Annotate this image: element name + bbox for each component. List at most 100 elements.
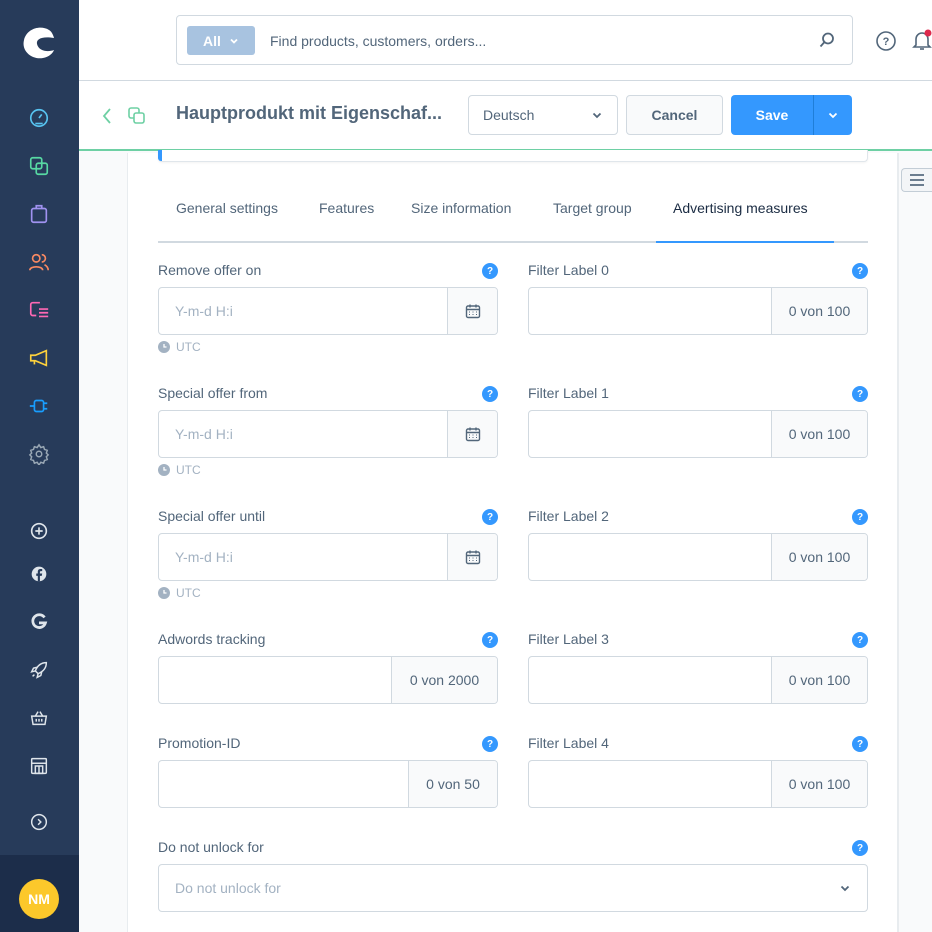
search-input[interactable] — [270, 28, 790, 54]
facebook-icon — [31, 566, 47, 582]
svg-text:?: ? — [883, 36, 890, 48]
plug-icon — [29, 399, 48, 413]
help-icon[interactable]: ? — [852, 632, 868, 648]
adwords-tracking-label: Adwords tracking — [158, 631, 266, 647]
avatar[interactable]: NM — [19, 879, 59, 919]
chevron-down-icon — [592, 112, 602, 119]
google-icon — [31, 613, 48, 629]
special-offer-from-input[interactable] — [159, 411, 447, 457]
filter-label-3-field: 0 von 100 — [528, 656, 868, 704]
save-options-button[interactable] — [813, 95, 852, 135]
filter-label-3-input[interactable] — [529, 657, 771, 703]
sidebar-item-marketing[interactable] — [27, 346, 51, 370]
tab-general-settings[interactable]: General settings — [176, 200, 278, 216]
shopware-logo-icon[interactable] — [19, 22, 59, 62]
tab-target-group[interactable]: Target group — [553, 200, 632, 216]
sidebar-item-content[interactable] — [27, 298, 51, 322]
calendar-icon — [465, 427, 480, 442]
filter-label-2-label: Filter Label 2 — [528, 508, 609, 524]
top-bar: All ? — [79, 0, 932, 81]
filter-label-1-input[interactable] — [529, 411, 771, 457]
filter-label-0-field: 0 von 100 — [528, 287, 868, 335]
help-icon[interactable]: ? — [852, 509, 868, 525]
sidebar-item-settings[interactable] — [27, 442, 51, 466]
filter-label-3-label: Filter Label 3 — [528, 631, 609, 647]
sales-channel-rocket[interactable] — [27, 658, 51, 682]
smart-bar: Hauptprodukt mit Eigenschaf... Deutsch C… — [79, 81, 932, 151]
chevron-down-icon — [840, 885, 850, 892]
clock-icon — [158, 464, 170, 476]
back-arrow-icon[interactable] — [99, 106, 115, 126]
search-type-select[interactable]: All — [187, 26, 255, 55]
filter-label-2-input[interactable] — [529, 534, 771, 580]
promotion-id-input[interactable] — [159, 761, 408, 807]
calendar-button[interactable] — [447, 288, 497, 334]
product-copy-icon — [128, 107, 145, 124]
special-offer-from-datepicker — [158, 410, 498, 458]
sales-channel-facebook[interactable] — [27, 562, 51, 586]
filter-label-1-label: Filter Label 1 — [528, 385, 609, 401]
help-icon[interactable]: ? — [852, 263, 868, 279]
adwords-tracking-input[interactable] — [159, 657, 391, 703]
tab-advertising-measures[interactable]: Advertising measures — [673, 200, 808, 216]
save-button[interactable]: Save — [731, 95, 813, 135]
language-label: Deutsch — [483, 107, 535, 123]
menu-icon — [910, 174, 924, 186]
remove-offer-datepicker — [158, 287, 498, 335]
help-icon[interactable]: ? — [482, 386, 498, 402]
sidebar-item-catalogues[interactable] — [27, 154, 51, 178]
adwords-tracking-field: 0 von 2000 — [158, 656, 498, 704]
do-not-unlock-select[interactable]: Do not unlock for — [158, 864, 868, 912]
bell-icon[interactable] — [910, 28, 932, 52]
help-icon[interactable]: ? — [852, 840, 868, 856]
character-counter: 0 von 50 — [408, 761, 497, 807]
cancel-button[interactable]: Cancel — [626, 95, 723, 135]
sidebar-item-customers[interactable] — [27, 250, 51, 274]
content-icon — [29, 301, 49, 318]
special-offer-until-datepicker — [158, 533, 498, 581]
help-icon[interactable]: ? — [482, 736, 498, 752]
character-counter: 0 von 100 — [771, 411, 867, 457]
help-icon[interactable]: ? — [852, 386, 868, 402]
active-tab-indicator — [656, 241, 834, 243]
tab-size-information[interactable]: Size information — [411, 200, 511, 216]
sidebar-item-extensions[interactable] — [27, 394, 51, 418]
timezone-label: UTC — [176, 340, 201, 354]
promotion-id-field: 0 von 50 — [158, 760, 498, 808]
calendar-button[interactable] — [447, 411, 497, 457]
sidebar-item-dashboard[interactable] — [27, 106, 51, 130]
sales-channel-storefront[interactable] — [27, 754, 51, 778]
search-icon[interactable] — [818, 31, 836, 49]
copy-icon — [29, 156, 49, 176]
chevron-right-circle-icon — [30, 813, 48, 831]
filter-label-1-field: 0 von 100 — [528, 410, 868, 458]
special-offer-until-input[interactable] — [159, 534, 447, 580]
tab-features[interactable]: Features — [319, 200, 374, 216]
sales-channel-basket[interactable] — [27, 706, 51, 730]
right-sidebar-rail — [898, 153, 932, 932]
sales-channel-add[interactable] — [27, 519, 51, 543]
calendar-icon — [465, 550, 480, 565]
users-icon — [29, 253, 49, 271]
sidebar-toggle-button[interactable] — [901, 168, 932, 192]
character-counter: 0 von 100 — [771, 288, 867, 334]
calendar-button[interactable] — [447, 534, 497, 580]
help-icon[interactable]: ? — [482, 509, 498, 525]
sidebar-item-orders[interactable] — [27, 202, 51, 226]
help-icon[interactable]: ? — [875, 30, 897, 52]
sidebar-expand-button[interactable] — [27, 810, 51, 834]
special-offer-until-label: Special offer until — [158, 508, 266, 524]
sales-channel-google[interactable] — [27, 610, 51, 634]
chevron-down-icon — [230, 38, 238, 44]
rocket-icon — [30, 661, 48, 679]
help-icon[interactable]: ? — [482, 632, 498, 648]
help-icon[interactable]: ? — [482, 263, 498, 279]
filter-label-0-input[interactable] — [529, 288, 771, 334]
language-switch[interactable]: Deutsch — [468, 95, 618, 135]
gear-icon — [28, 443, 50, 465]
remove-offer-label: Remove offer on — [158, 262, 262, 278]
remove-offer-input[interactable] — [159, 288, 447, 334]
help-icon[interactable]: ? — [852, 736, 868, 752]
filter-label-4-input[interactable] — [529, 761, 771, 807]
megaphone-icon — [29, 349, 48, 367]
